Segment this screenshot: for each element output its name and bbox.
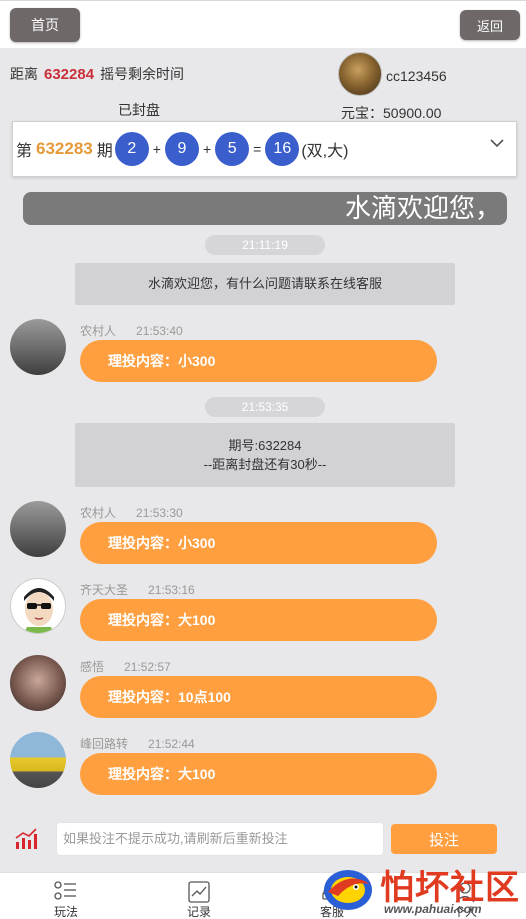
message-time: 21:53:16 bbox=[148, 583, 195, 597]
tab-play[interactable]: 玩法 bbox=[26, 873, 106, 919]
bet-input[interactable]: 如果投注不提示成功,请刷新后重新投注 bbox=[56, 822, 384, 856]
draw-info-panel: 距离 632284 摇号剩余时间 已封盘 cc123456 元宝：50900.00 bbox=[0, 48, 526, 121]
sender-name: 峰回路转 bbox=[80, 737, 129, 751]
chart-record-icon bbox=[188, 881, 210, 903]
result-prefix: 第 bbox=[16, 143, 33, 160]
watermark-url: www.pahuai.com bbox=[384, 902, 482, 916]
tab-label: 玩法 bbox=[53, 905, 78, 919]
bet-bubble: 理投内容：10点100 bbox=[80, 676, 437, 718]
top-bar: 首页 返回 bbox=[0, 0, 526, 48]
back-button[interactable]: 返回 bbox=[460, 10, 520, 40]
sender-name: 农村人 bbox=[80, 506, 117, 520]
result-ball: 9 bbox=[164, 132, 199, 166]
balance: 元宝：50900.00 bbox=[341, 105, 442, 121]
countdown-text: 距离 632284 摇号剩余时间 bbox=[10, 64, 184, 84]
avatar[interactable] bbox=[10, 655, 66, 711]
cartoon-face-icon bbox=[24, 588, 54, 633]
message-time: 21:52:44 bbox=[148, 737, 195, 751]
result-period: 632283 bbox=[36, 139, 93, 158]
user-avatar[interactable] bbox=[338, 52, 382, 96]
list-icon bbox=[54, 881, 76, 900]
message-time: 21:52:57 bbox=[124, 660, 171, 674]
message-meta: 齐天大圣 21:53:16 bbox=[80, 581, 195, 598]
trend-chart-icon[interactable] bbox=[14, 828, 38, 850]
result-sum-ball: 16 bbox=[265, 132, 300, 166]
avatar[interactable] bbox=[10, 319, 66, 375]
equals-sign: = bbox=[253, 141, 262, 157]
watermark-logo-icon bbox=[324, 870, 372, 910]
result-tag: (双,大) bbox=[301, 143, 349, 160]
sender-name: 感悟 bbox=[80, 660, 105, 674]
message-time: 21:53:40 bbox=[136, 324, 183, 338]
countdown-period: 632284 bbox=[44, 66, 95, 83]
chevron-down-icon[interactable] bbox=[490, 136, 504, 150]
plus-sign: + bbox=[152, 141, 161, 157]
bet-bubble: 理投内容：小300 bbox=[80, 522, 437, 564]
site-watermark: 怕坏社区 www.pahuai.com bbox=[318, 858, 524, 919]
bet-bubble: 理投内容：大100 bbox=[80, 753, 437, 795]
countdown-prefix: 距离 bbox=[10, 66, 38, 82]
avatar[interactable] bbox=[10, 732, 66, 788]
system-message-line: 期号:632284 bbox=[228, 438, 302, 453]
tab-label: 记录 bbox=[186, 905, 211, 919]
sender-name: 齐天大圣 bbox=[80, 583, 129, 597]
username: cc123456 bbox=[386, 68, 447, 84]
message-meta: 农村人 21:53:30 bbox=[80, 504, 183, 521]
welcome-marquee: 水滴欢迎您， bbox=[23, 192, 507, 225]
sender-name: 农村人 bbox=[80, 324, 117, 338]
result-ball: 2 bbox=[114, 132, 149, 166]
result-suffix: 期 bbox=[96, 143, 113, 160]
last-result-panel[interactable]: 第 632283 期 2 + 9 + 5 = 16 (双,大) bbox=[12, 121, 517, 177]
home-button[interactable]: 首页 bbox=[10, 8, 80, 42]
message-time: 21:53:30 bbox=[136, 506, 183, 520]
system-message-line: 水滴欢迎您，有什么问题请联系在线客服 bbox=[147, 276, 382, 291]
message-meta: 峰回路转 21:52:44 bbox=[80, 735, 195, 752]
bet-submit-button[interactable]: 投注 bbox=[391, 824, 497, 854]
plus-sign: + bbox=[202, 141, 212, 157]
countdown-suffix: 摇号剩余时间 bbox=[100, 66, 185, 82]
message-meta: 农村人 21:53:40 bbox=[80, 322, 183, 339]
tab-record[interactable]: 记录 bbox=[159, 873, 239, 919]
time-pill: 21:53:35 bbox=[205, 397, 325, 417]
bet-bubble: 理投内容：小300 bbox=[80, 340, 437, 382]
message-meta: 感悟 21:52:57 bbox=[80, 658, 171, 675]
avatar[interactable] bbox=[10, 501, 66, 557]
status-text: 已封盘 bbox=[118, 102, 160, 118]
system-message: 水滴欢迎您，有什么问题请联系在线客服 bbox=[75, 263, 455, 305]
result-ball: 5 bbox=[215, 132, 250, 166]
bet-bubble: 理投内容：大100 bbox=[80, 599, 437, 641]
avatar[interactable] bbox=[10, 578, 66, 634]
time-pill: 21:11:19 bbox=[205, 235, 325, 255]
system-message-line: --距离封盘还有30秒-- bbox=[203, 457, 327, 472]
system-message: 期号:632284 --距离封盘还有30秒-- bbox=[75, 423, 455, 487]
